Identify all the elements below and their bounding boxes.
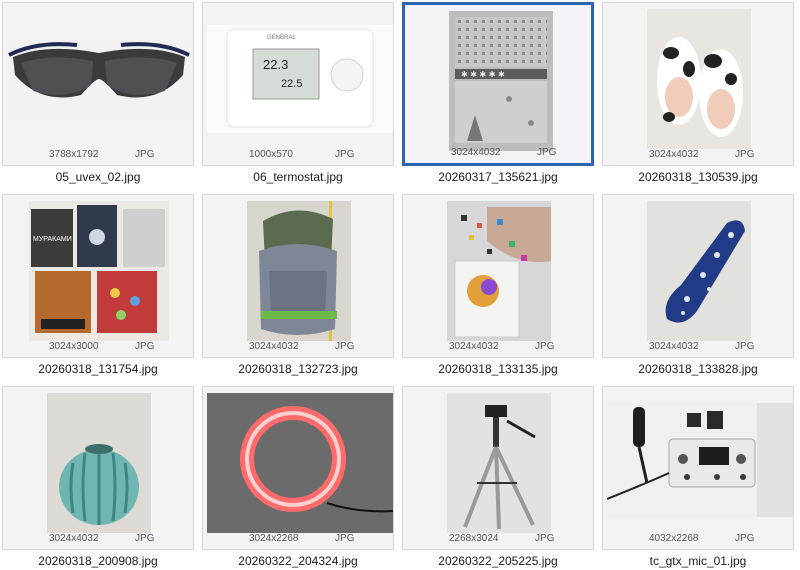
file-item[interactable]: 3024x4032 JPG 20260318_200908.jpg bbox=[0, 384, 196, 570]
cow-slippers-photo bbox=[647, 9, 751, 149]
file-type: JPG bbox=[335, 533, 355, 544]
image-dimensions: 3024x4032 bbox=[451, 147, 501, 158]
image-dimensions: 2268x3024 bbox=[449, 533, 499, 544]
file-tile[interactable]: 3024x4032 JPG bbox=[2, 386, 194, 550]
file-name[interactable]: 20260318_130539.jpg bbox=[600, 170, 796, 184]
books-photo: МУРАКАМИ bbox=[29, 201, 169, 341]
image-dimensions: 3024x4032 bbox=[449, 341, 499, 352]
file-item[interactable]: 3024x4032 JPG 20260318_133828.jpg bbox=[600, 192, 796, 382]
thermostat-temp-2: 22.5 bbox=[281, 78, 302, 90]
image-dimensions: 3024x2268 bbox=[249, 533, 299, 544]
file-name[interactable]: 20260318_133135.jpg bbox=[400, 362, 596, 376]
floral-pillow-photo bbox=[647, 201, 751, 341]
file-tile[interactable]: 3024x4032 JPG bbox=[402, 194, 594, 358]
file-tile[interactable]: 3024x4032 JPG bbox=[602, 2, 794, 166]
file-tile[interactable]: 3024x4032 JPG bbox=[202, 194, 394, 358]
file-tile[interactable]: 3024x2268 JPG bbox=[202, 386, 394, 550]
file-type: JPG bbox=[735, 149, 755, 160]
file-type: JPG bbox=[735, 533, 755, 544]
file-item[interactable]: 3024x4032 JPG 20260318_133135.jpg bbox=[400, 192, 596, 382]
file-tile[interactable]: 3788x1792 JPG bbox=[2, 2, 194, 166]
file-name[interactable]: 20260322_205225.jpg bbox=[400, 554, 596, 568]
file-item[interactable]: 3788x1792 JPG 05_uvex_02.jpg bbox=[0, 0, 196, 190]
image-dimensions: 4032x2268 bbox=[649, 533, 699, 544]
file-item[interactable]: GENERAL 22.3 22.5 1000x570 JPG 06_termos… bbox=[200, 0, 396, 190]
image-dimensions: 3024x4032 bbox=[649, 149, 699, 160]
file-type: JPG bbox=[135, 341, 155, 352]
file-tile[interactable]: МУРАКАМИ 3024x3000 JPG bbox=[2, 194, 194, 358]
file-type: JPG bbox=[735, 341, 755, 352]
image-dimensions: 3024x4032 bbox=[249, 341, 299, 352]
file-tile[interactable]: 4032x2268 JPG bbox=[602, 386, 794, 550]
file-tile[interactable]: 2268x3024 JPG bbox=[402, 386, 594, 550]
file-tile-selected[interactable]: ✱ ✱ ✱ ✱ ✱ 3024x4032 JPG bbox=[402, 2, 594, 166]
file-type: JPG bbox=[335, 341, 355, 352]
file-name[interactable]: tc_gtx_mic_01.jpg bbox=[600, 554, 796, 568]
file-item[interactable]: 2268x3024 JPG 20260322_205225.jpg bbox=[400, 384, 596, 570]
image-dimensions: 3024x4032 bbox=[49, 533, 99, 544]
svg-text:✱ ✱ ✱ ✱ ✱: ✱ ✱ ✱ ✱ ✱ bbox=[461, 70, 505, 79]
file-type: JPG bbox=[335, 149, 355, 160]
image-dimensions: 1000x570 bbox=[249, 149, 293, 160]
file-type: JPG bbox=[535, 533, 555, 544]
file-item[interactable]: 4032x2268 JPG tc_gtx_mic_01.jpg bbox=[600, 384, 796, 570]
ceramic-vase-photo bbox=[47, 393, 151, 533]
file-item[interactable]: МУРАКАМИ 3024x3000 JPG 20260318_131754.j… bbox=[0, 192, 196, 382]
safety-glasses-photo bbox=[7, 35, 191, 123]
image-dimensions: 3788x1792 bbox=[49, 149, 99, 160]
file-type: JPG bbox=[135, 533, 155, 544]
thermostat-temp-1: 22.3 bbox=[263, 57, 288, 72]
file-name[interactable]: 05_uvex_02.jpg bbox=[0, 170, 196, 184]
file-tile[interactable]: GENERAL 22.3 22.5 1000x570 JPG bbox=[202, 2, 394, 166]
file-name[interactable]: 20260318_200908.jpg bbox=[0, 554, 196, 568]
file-name[interactable]: 06_termostat.jpg bbox=[200, 170, 396, 184]
file-type: JPG bbox=[535, 341, 555, 352]
image-dimensions: 3024x4032 bbox=[649, 341, 699, 352]
file-name[interactable]: 20260317_135621.jpg bbox=[400, 170, 596, 184]
thermostat-photo: GENERAL 22.3 22.5 bbox=[207, 25, 393, 133]
microphone-mixer-photo bbox=[607, 403, 793, 517]
patterned-blanket-photo: ✱ ✱ ✱ ✱ ✱ bbox=[449, 11, 553, 151]
file-type: JPG bbox=[135, 149, 155, 160]
file-name[interactable]: 20260322_204324.jpg bbox=[200, 554, 396, 568]
file-name[interactable]: 20260318_132723.jpg bbox=[200, 362, 396, 376]
backpack-photo bbox=[247, 201, 351, 341]
book-title: МУРАКАМИ bbox=[33, 236, 72, 243]
file-item[interactable]: ✱ ✱ ✱ ✱ ✱ 3024x4032 JPG 20260317_135621.… bbox=[400, 0, 596, 190]
file-tile[interactable]: 3024x4032 JPG bbox=[602, 194, 794, 358]
file-type: JPG bbox=[537, 147, 557, 158]
file-name[interactable]: 20260318_131754.jpg bbox=[0, 362, 196, 376]
file-item[interactable]: 3024x4032 JPG 20260318_132723.jpg bbox=[200, 192, 396, 382]
tripod-photo bbox=[447, 393, 551, 533]
file-item[interactable]: 3024x2268 JPG 20260322_204324.jpg bbox=[200, 384, 396, 570]
image-dimensions: 3024x3000 bbox=[49, 341, 99, 352]
file-name[interactable]: 20260318_133828.jpg bbox=[600, 362, 796, 376]
thumbnail-grid: 3788x1792 JPG 05_uvex_02.jpg GENERAL 22.… bbox=[0, 0, 800, 570]
thermostat-brand: GENERAL bbox=[267, 35, 296, 41]
puzzle-photo bbox=[447, 201, 551, 341]
file-item[interactable]: 3024x4032 JPG 20260318_130539.jpg bbox=[600, 0, 796, 190]
ring-light-photo bbox=[207, 393, 393, 533]
